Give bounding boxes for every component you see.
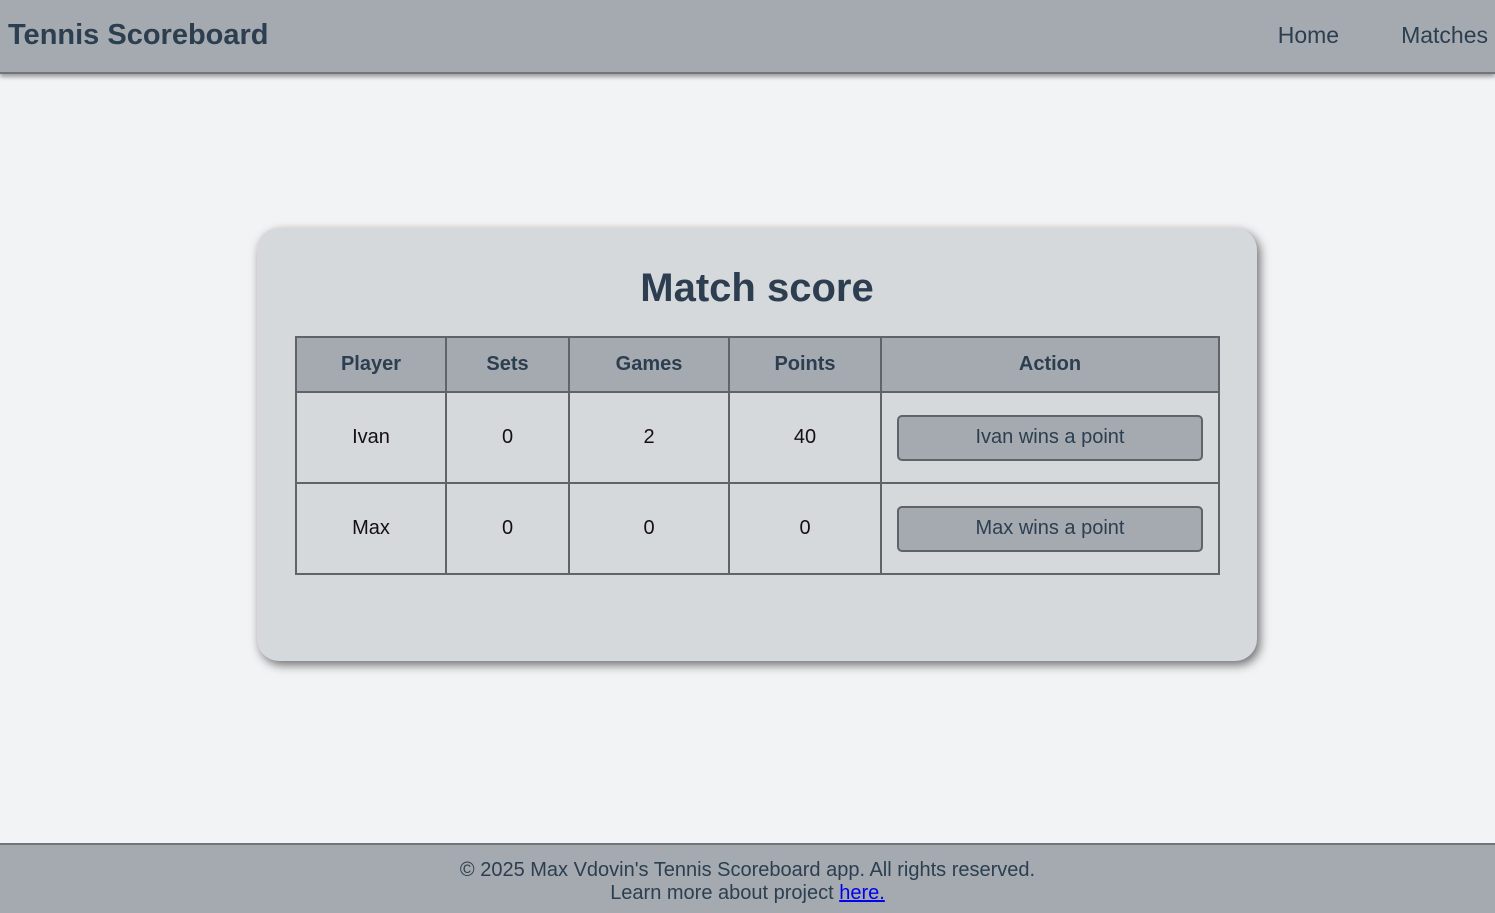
column-header-sets: Sets	[445, 336, 570, 393]
column-header-points: Points	[728, 336, 882, 393]
footer-learn-more: Learn more about project here.	[0, 882, 1495, 905]
points-cell: 40	[728, 391, 882, 484]
points-cell: 0	[728, 482, 882, 575]
games-cell: 2	[568, 391, 730, 484]
player-name: Max	[295, 482, 447, 575]
nav-link-home[interactable]: Home	[1278, 21, 1339, 49]
nav-link-matches[interactable]: Matches	[1401, 21, 1488, 49]
project-info-link[interactable]: here.	[839, 882, 885, 904]
main-nav: Home Matches	[1278, 21, 1488, 49]
footer-learn-more-text: Learn more about project	[610, 882, 840, 904]
score-table: Player Sets Games Points Action Ivan 0 2…	[295, 336, 1220, 575]
page-title: Match score	[640, 266, 874, 310]
games-cell: 0	[568, 482, 730, 575]
table-row-player-1: Ivan 0 2 40 Ivan wins a point	[295, 391, 1220, 484]
brand-logo-link[interactable]: Tennis Scoreboard	[8, 18, 269, 52]
sets-cell: 0	[445, 482, 570, 575]
table-header-row: Player Sets Games Points Action	[295, 336, 1220, 393]
action-cell: Max wins a point	[880, 482, 1220, 575]
column-header-games: Games	[568, 336, 730, 393]
footer-copyright: © 2025 Max Vdovin's Tennis Scoreboard ap…	[459, 859, 1036, 881]
table-row-player-2: Max 0 0 0 Max wins a point	[295, 482, 1220, 575]
action-cell: Ivan wins a point	[880, 391, 1220, 484]
ivan-wins-point-button[interactable]: Ivan wins a point	[897, 414, 1203, 461]
column-header-action: Action	[880, 336, 1220, 393]
column-header-player: Player	[295, 336, 447, 393]
player-name: Ivan	[295, 391, 447, 484]
page-footer: © 2025 Max Vdovin's Tennis Scoreboard ap…	[0, 843, 1495, 913]
max-wins-point-button[interactable]: Max wins a point	[897, 505, 1203, 552]
top-navbar: Tennis Scoreboard Home Matches	[0, 0, 1495, 74]
sets-cell: 0	[445, 391, 570, 484]
